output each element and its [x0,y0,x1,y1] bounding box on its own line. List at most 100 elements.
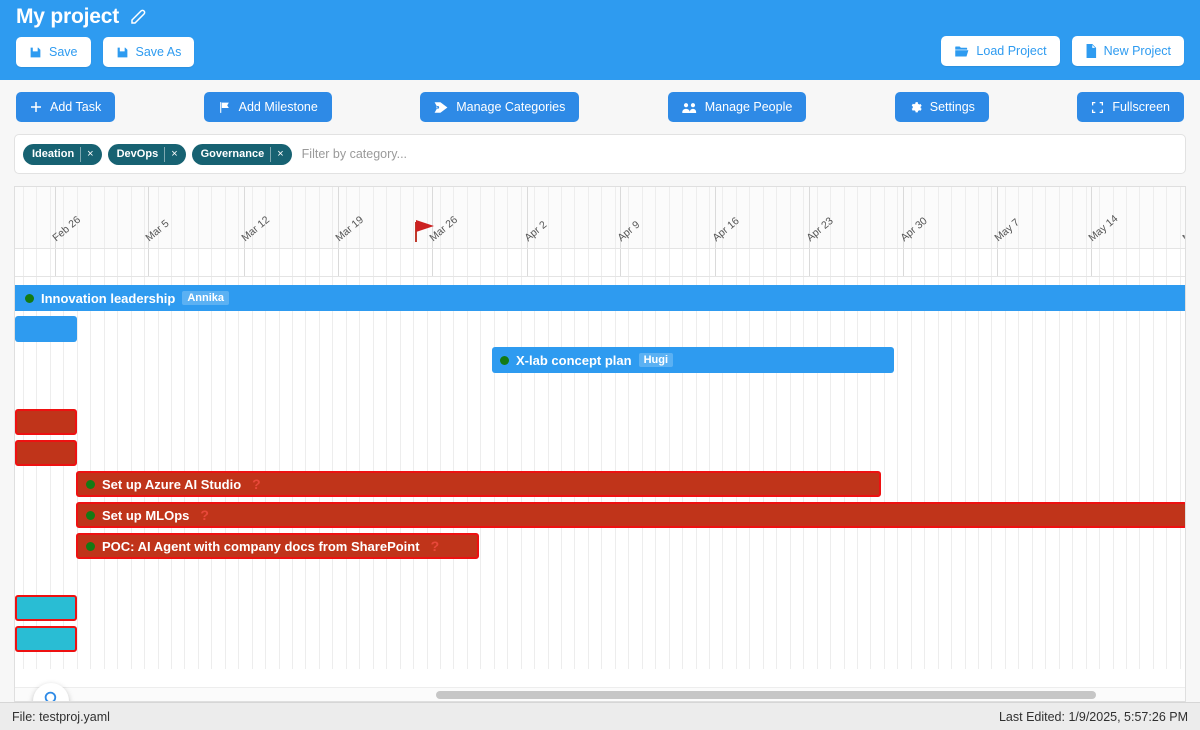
flag-cloth [416,220,434,232]
gridline [332,249,334,276]
save-button-label: Save [49,45,78,59]
status-dot-icon [86,510,95,520]
gridline [1099,249,1100,276]
tag-icon [434,101,448,114]
gantt-bar[interactable] [15,595,77,621]
gridline [386,249,388,276]
gantt-chart[interactable]: Feb 26 Mar 5 Mar 12 Mar 19 Mar 26 Apr 2 Apr 9A… [14,186,1186,702]
gridline [130,187,132,248]
gridline [830,249,831,276]
edit-pencil-icon[interactable] [129,8,147,26]
gantt-bar[interactable]: Set up Azure AI Studio? [76,471,881,497]
save-as-button[interactable]: Save As [102,37,195,67]
assignee-badge: Hugi [638,353,674,367]
gridline [978,277,979,669]
gridline [951,277,953,669]
gridline-major [338,249,339,276]
gantt-bar[interactable]: X-lab concept plan Hugi [492,347,894,373]
gridline [534,249,536,276]
filter-chip[interactable]: Ideation × [23,143,102,165]
gridline [937,249,939,276]
gantt-bar[interactable] [15,626,77,652]
gridline [897,249,899,276]
plus-icon [30,101,42,113]
filter-chip-remove-icon[interactable]: × [270,146,289,162]
gantt-bar[interactable]: Set up MLOps? [76,502,1185,528]
gridline [803,249,805,276]
gridline [668,187,670,248]
gridline [413,187,414,248]
fullscreen-button[interactable]: Fullscreen [1077,92,1184,122]
gridline [1166,249,1168,276]
add-task-button[interactable]: Add Task [16,92,116,122]
gantt-rows[interactable]: Innovation leadership Annika X-lab conce… [15,277,1185,669]
save-button[interactable]: Save [16,37,91,67]
manage-categories-button[interactable]: Manage Categories [420,92,580,122]
gridline-major [148,249,149,276]
app-header: My project Save Save As Load Project New… [0,0,1200,80]
gridline [601,187,603,248]
gridline [49,249,51,276]
gridline [305,187,307,248]
gridline [453,249,455,276]
gantt-scroll-area[interactable]: Feb 26 Mar 5 Mar 12 Mar 19 Mar 26 Apr 2 Apr 9A… [15,187,1185,701]
category-filter-bar[interactable]: Ideation × DevOps × Governance × Filter by ca… [14,134,1186,174]
gridline [776,249,778,276]
filter-chip-remove-icon[interactable]: × [164,146,183,162]
gridline [480,187,482,248]
gridline [507,249,509,276]
save-as-disk-icon [116,46,129,59]
gridline [480,249,482,276]
gantt-bar[interactable] [15,316,77,342]
gantt-bar-label: X-lab concept plan [516,352,632,368]
manage-people-button[interactable]: Manage People [667,92,807,122]
manage-people-label: Manage People [704,100,793,114]
add-milestone-button[interactable]: Add Milestone [203,92,332,122]
gridline [991,277,993,669]
gridline [883,277,885,669]
gridline [23,187,24,248]
gantt-group-row[interactable]: Innovation leadership Annika [15,285,1185,311]
gridline [103,187,105,248]
filter-chip-remove-icon[interactable]: × [80,146,99,162]
filter-chip[interactable]: DevOps × [107,143,186,165]
fullscreen-icon [1091,101,1104,114]
horizontal-scrollbar[interactable] [15,687,1185,701]
load-project-button[interactable]: Load Project [941,36,1060,66]
gridline [1099,277,1100,669]
filter-chip[interactable]: Governance × [191,143,292,165]
gridline [964,249,966,276]
gridline [924,277,926,669]
search-fab-button[interactable] [33,683,69,701]
gridline [520,249,522,276]
gridline [413,249,414,276]
horizontal-scrollbar-thumb[interactable] [436,691,1096,699]
gridline [1072,249,1074,276]
gantt-bar[interactable] [15,409,77,435]
gridline [614,249,616,276]
new-project-button[interactable]: New Project [1071,36,1184,66]
file-icon [1085,44,1097,58]
gridline [117,187,119,248]
gridline [238,187,240,248]
gridline [843,187,845,248]
settings-button[interactable]: Settings [894,92,989,122]
gridline [90,249,92,276]
gridline [36,249,38,276]
gridline [991,249,993,276]
gridline [1072,277,1074,669]
gridline [507,187,509,248]
gridline [1085,249,1087,276]
gridline [184,187,186,248]
gridline [789,249,791,276]
gridline [1179,277,1181,669]
gridline [292,249,293,276]
gridline [399,187,401,248]
status-file-label: File: testproj.yaml [12,709,110,724]
gridline [1058,277,1060,669]
gantt-bar[interactable] [15,440,77,466]
gridline [1112,249,1114,276]
filter-input-placeholder[interactable]: Filter by category... [302,147,1177,161]
gantt-bar[interactable]: POC: AI Agent with company docs from Sha… [76,533,479,559]
gridline [224,249,226,276]
